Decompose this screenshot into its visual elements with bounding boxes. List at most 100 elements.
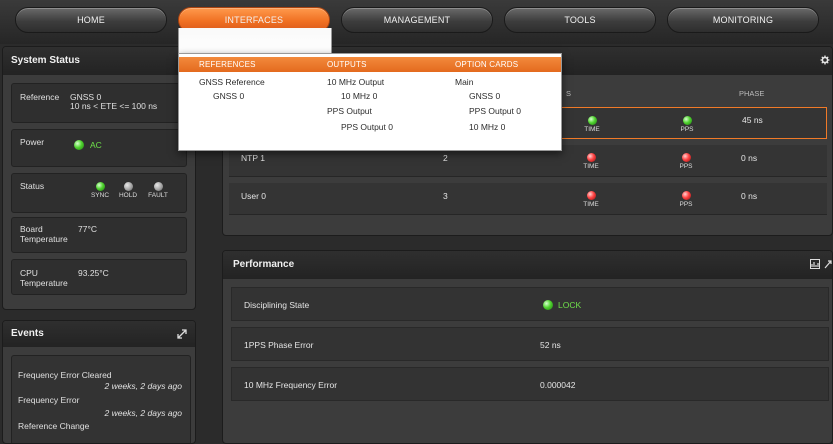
pps-indicator: PPS xyxy=(674,116,700,133)
phase-value: 0 ns xyxy=(741,153,758,163)
phase-value: 45 ns xyxy=(742,115,763,125)
perf-label: 1PPS Phase Error xyxy=(244,340,314,350)
time-indicator: TIME xyxy=(578,191,604,208)
system-status-panel: System Status Reference GNSS 0 10 ns < E… xyxy=(2,46,196,310)
top-nav-bar: HOME INTERFACES MANAGEMENT TOOLS MONITOR… xyxy=(0,0,833,44)
board-temp-value: 77°C xyxy=(78,224,97,234)
nav-interfaces-label: INTERFACES xyxy=(224,15,284,25)
menu-item-main[interactable]: Main xyxy=(455,77,473,87)
menu-item-card-10mhz-0[interactable]: 10 MHz 0 xyxy=(469,122,505,132)
expand-icon[interactable] xyxy=(177,329,187,339)
perf-value: 52 ns xyxy=(540,340,561,350)
fault-indicator: FAULT xyxy=(144,182,172,199)
menu-item-pps-output[interactable]: PPS Output xyxy=(327,106,372,116)
menu-item-card-pps-output-0[interactable]: PPS Output 0 xyxy=(469,106,521,116)
pps-label: PPS xyxy=(679,163,693,170)
perf-value: 0.000042 xyxy=(540,380,576,390)
dropdown-header-references: REFERENCES xyxy=(199,60,256,69)
event-name: Frequency Error Cleared xyxy=(18,370,112,380)
time-label: TIME xyxy=(584,126,600,133)
pps-label: PPS xyxy=(679,201,693,208)
reference-label: Reference xyxy=(20,92,60,102)
nav-tools[interactable]: TOOLS xyxy=(504,7,656,33)
dropdown-header-outputs: OUTPUTS xyxy=(327,60,367,69)
reference-detail: 10 ns < ETE <= 100 ns xyxy=(70,101,158,111)
reference-box: Reference GNSS 0 10 ns < ETE <= 100 ns xyxy=(11,83,187,123)
time-led xyxy=(587,116,597,125)
status-box: Status SYNC HOLD FAULT xyxy=(11,173,187,213)
sync-indicator: SYNC xyxy=(88,182,112,199)
pps-label: PPS xyxy=(680,126,694,133)
board-temp-label-2: Temperature xyxy=(20,234,68,244)
fault-label: FAULT xyxy=(148,192,168,199)
event-time: 2 weeks, 2 days ago xyxy=(104,381,183,391)
cpu-temp-label-2: Temperature xyxy=(20,278,68,288)
time-led xyxy=(586,153,596,162)
reference-name: NTP 1 xyxy=(241,153,265,163)
perf-label: Disciplining State xyxy=(244,300,310,310)
dropdown-header-option-cards: OPTION CARDS xyxy=(455,60,519,69)
pps-led xyxy=(682,116,692,125)
nav-monitoring[interactable]: MONITORING xyxy=(667,7,819,33)
time-indicator: TIME xyxy=(579,116,605,133)
menu-item-gnss-reference[interactable]: GNSS Reference xyxy=(199,77,265,87)
dropdown-header-bar: REFERENCES OUTPUTS OPTION CARDS xyxy=(179,57,561,72)
event-time: 2 weeks, 2 days ago xyxy=(104,408,183,418)
menu-item-10mhz-0[interactable]: 10 MHz 0 xyxy=(341,91,377,101)
performance-row: Disciplining State LOCK xyxy=(231,287,829,321)
events-panel: Events Frequency Error Cleared 2 weeks, … xyxy=(2,320,196,444)
dropdown-tab-connector xyxy=(178,28,332,55)
reference-name: User 0 xyxy=(241,191,267,201)
power-box: Power AC xyxy=(11,129,187,167)
pps-indicator: PPS xyxy=(673,153,699,170)
performance-row: 10 MHz Frequency Error 0.000042 xyxy=(231,367,829,401)
performance-row: 1PPS Phase Error 52 ns xyxy=(231,327,829,361)
interfaces-dropdown-menu: REFERENCES OUTPUTS OPTION CARDS GNSS Ref… xyxy=(178,53,562,151)
cpu-temp-value: 93.25°C xyxy=(78,268,109,278)
sync-led xyxy=(95,182,105,191)
nav-management-label: MANAGEMENT xyxy=(383,15,451,25)
nav-home[interactable]: HOME xyxy=(15,7,167,33)
hold-indicator: HOLD xyxy=(116,182,140,199)
lock-led xyxy=(543,300,553,310)
event-name: Reference Change xyxy=(18,421,90,431)
status-label: Status xyxy=(20,181,45,191)
nav-management[interactable]: MANAGEMENT xyxy=(341,7,493,33)
power-status-led xyxy=(74,140,84,150)
events-list: Frequency Error Cleared 2 weeks, 2 days … xyxy=(11,355,191,443)
perf-label: 10 MHz Frequency Error xyxy=(244,380,338,390)
chart-icon[interactable] xyxy=(810,259,820,269)
performance-panel: Performance Disciplining State LOCK 1PPS… xyxy=(222,250,833,444)
nav-monitoring-label: MONITORING xyxy=(712,15,774,25)
hold-led xyxy=(123,182,133,191)
events-title: Events xyxy=(3,321,195,347)
power-label: Power xyxy=(20,137,45,147)
time-label: TIME xyxy=(583,163,599,170)
reference-priority: 3 xyxy=(443,191,448,201)
nav-home-label: HOME xyxy=(77,15,105,25)
expand-icon[interactable] xyxy=(824,259,832,269)
column-header-status: S xyxy=(566,89,572,98)
phase-value: 0 ns xyxy=(741,191,758,201)
menu-item-pps-output-0[interactable]: PPS Output 0 xyxy=(341,122,393,132)
menu-item-10mhz-output[interactable]: 10 MHz Output xyxy=(327,77,384,87)
pps-led xyxy=(681,191,691,200)
perf-value: LOCK xyxy=(558,300,582,310)
sync-label: SYNC xyxy=(90,192,110,199)
system-status-title: System Status xyxy=(3,47,195,75)
menu-item-card-gnss-0[interactable]: GNSS 0 xyxy=(469,91,500,101)
menu-item-gnss-0[interactable]: GNSS 0 xyxy=(213,91,244,101)
gear-icon[interactable] xyxy=(820,55,830,65)
cpu-temperature-box: CPU Temperature 93.25°C xyxy=(11,259,187,295)
reference-priority: 2 xyxy=(443,153,448,163)
column-header-phase: PHASE xyxy=(739,89,765,98)
event-name: Frequency Error xyxy=(18,395,80,405)
board-temperature-box: Board Temperature 77°C xyxy=(11,217,187,253)
pps-led xyxy=(681,153,691,162)
hold-label: HOLD xyxy=(118,192,138,199)
time-label: TIME xyxy=(583,201,599,208)
power-value: AC xyxy=(90,140,102,150)
nav-tools-label: TOOLS xyxy=(564,15,596,25)
reference-row[interactable]: User 0 3 TIME PPS 0 ns xyxy=(229,183,827,215)
time-led xyxy=(586,191,596,200)
